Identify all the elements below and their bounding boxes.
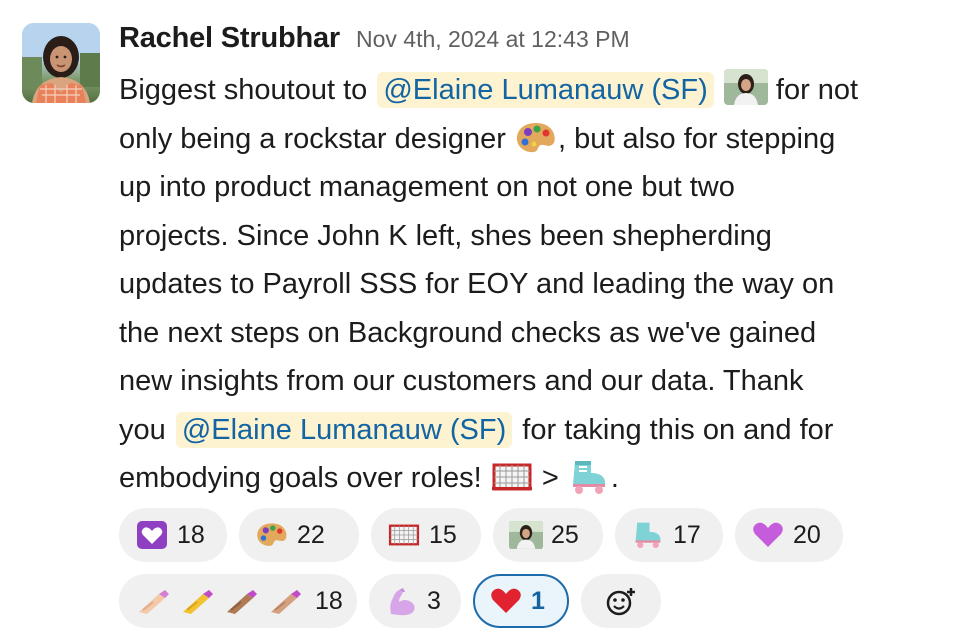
text-segment: only being a rockstar designer — [119, 122, 514, 155]
avatar-photo — [22, 23, 100, 103]
body-line: up into product management on not one bu… — [119, 171, 735, 203]
body-line: Biggest shoutout to @Elaine Lumanauw (SF… — [119, 66, 939, 115]
reaction-count: 22 — [297, 520, 325, 549]
reaction-flexed-biceps[interactable]: 3 — [369, 574, 461, 628]
body-line: the next steps on Background checks as w… — [119, 316, 817, 349]
reaction-artist-palette[interactable]: 22 — [239, 508, 359, 562]
nail-polish-icons — [135, 586, 307, 616]
reaction-count: 1 — [531, 586, 545, 615]
body-line: embodying goals over roles! > . — [119, 454, 939, 503]
reaction-count: 15 — [429, 520, 457, 549]
body-line: projects. Since John K left, shes been s… — [119, 219, 772, 252]
avatar[interactable] — [22, 23, 100, 103]
timestamp[interactable]: Nov 4th, 2024 at 12:43 PM — [356, 26, 630, 53]
reaction-profile-photo[interactable]: 25 — [493, 508, 603, 562]
roller-skate-icon — [631, 520, 665, 550]
reaction-count: 3 — [427, 586, 441, 615]
reaction-count: 17 — [673, 520, 701, 549]
goal-net-emoji — [490, 459, 534, 495]
text-segment: embodying goals over roles! — [119, 462, 490, 494]
reaction-count: 18 — [177, 520, 205, 549]
reaction-row: 18 3 1 — [119, 574, 939, 628]
reaction-purple-heart[interactable]: 20 — [735, 508, 843, 562]
text-segment: > — [533, 462, 567, 494]
roller-skate-emoji — [567, 459, 611, 495]
reaction-count: 20 — [793, 520, 821, 549]
profile-photo-emoji — [723, 69, 768, 105]
reaction-count: 25 — [551, 520, 579, 549]
text-segment: Biggest shoutout to — [119, 74, 376, 106]
heart-decoration-icon — [135, 520, 169, 550]
reaction-count: 18 — [315, 586, 343, 615]
body-line: only being a rockstar designer , but als… — [119, 115, 939, 164]
body-line: new insights from our customers and our … — [119, 365, 804, 397]
red-heart-icon — [489, 586, 523, 616]
user-mention[interactable]: @Elaine Lumanauw (SF) — [175, 411, 513, 448]
flexed-biceps-icon — [385, 586, 419, 616]
reaction-nail-polish[interactable]: 18 — [119, 574, 357, 628]
text-segment: . — [610, 462, 619, 494]
goal-net-icon — [387, 520, 421, 550]
reaction-row: 18 22 15 25 17 20 — [119, 508, 939, 562]
message-header: Rachel Strubhar Nov 4th, 2024 at 12:43 P… — [119, 22, 630, 62]
reaction-red-heart[interactable]: 1 — [473, 574, 569, 628]
text-segment: for taking this on and for — [514, 413, 834, 446]
add-reaction-button[interactable] — [581, 574, 661, 628]
profile-photo-icon — [509, 520, 543, 550]
text-segment: you — [119, 413, 174, 446]
text-segment: , but also for stepping — [557, 122, 836, 155]
reaction-goal-net[interactable]: 15 — [371, 508, 481, 562]
user-mention[interactable]: @Elaine Lumanauw (SF) — [377, 72, 714, 108]
reaction-roller-skate[interactable]: 17 — [615, 508, 723, 562]
add-reaction-icon — [604, 586, 638, 616]
purple-heart-icon — [751, 520, 785, 550]
reactions-bar: 18 22 15 25 17 20 18 3 1 — [119, 508, 939, 640]
text-segment: for not — [767, 74, 859, 106]
body-line: you @Elaine Lumanauw (SF) for taking thi… — [119, 406, 939, 455]
author-name[interactable]: Rachel Strubhar — [119, 22, 340, 55]
artist-palette-icon — [255, 520, 289, 550]
body-line: updates to Payroll SSS for EOY and leadi… — [119, 268, 835, 300]
reaction-heart-decoration[interactable]: 18 — [119, 508, 227, 562]
message-body: Biggest shoutout to @Elaine Lumanauw (SF… — [119, 66, 939, 503]
slack-message: Rachel Strubhar Nov 4th, 2024 at 12:43 P… — [0, 0, 962, 644]
artist-palette-emoji — [514, 120, 558, 156]
